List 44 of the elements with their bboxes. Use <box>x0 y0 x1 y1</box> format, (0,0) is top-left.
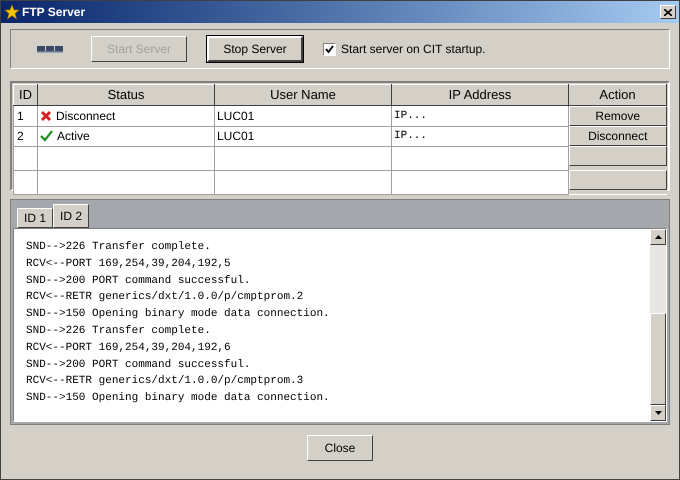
action-button[interactable] <box>569 170 666 190</box>
close-button[interactable]: Close <box>307 435 373 461</box>
column-header: IP Address <box>392 84 568 106</box>
status-text: Active <box>57 128 90 145</box>
log-line: SND-->200 PORT command successful. <box>26 358 252 373</box>
scroll-up-icon[interactable] <box>650 229 666 245</box>
log-line: SND-->150 Opening binary mode data connection. <box>26 391 331 406</box>
window-title: FTP Server <box>22 4 86 21</box>
column-header: ID <box>14 84 38 106</box>
log-line: SND-->150 Opening binary mode data connection. <box>26 307 331 322</box>
column-header: User Name <box>214 84 392 106</box>
network-icon <box>37 45 63 53</box>
log-line: SND-->226 Transfer complete. <box>26 240 212 255</box>
tab[interactable]: ID 1 <box>17 208 54 228</box>
log-line: RCV<--PORT 169,254,39,204,192,5 <box>26 256 232 272</box>
check-icon <box>40 130 53 142</box>
table-cell: 1 <box>14 106 38 126</box>
table-cell: IP... <box>392 126 568 146</box>
scroll-thumb[interactable] <box>650 313 666 405</box>
column-header: Action <box>568 84 666 106</box>
close-icon[interactable] <box>660 5 676 19</box>
scroll-down-icon[interactable] <box>650 405 666 421</box>
log-line: RCV<--PORT 169,254,39,204,192,6 <box>26 340 232 356</box>
log-line: SND-->226 Transfer complete. <box>26 324 212 339</box>
log-line: SND-->200 PORT command successful. <box>26 274 252 289</box>
table-cell: LUC01 <box>214 106 392 126</box>
action-button[interactable] <box>569 146 666 166</box>
action-button[interactable]: Disconnect <box>569 126 666 146</box>
cross-icon <box>40 110 52 122</box>
star-icon <box>4 4 20 20</box>
checkbox-label: Start server on CIT startup. <box>341 41 486 58</box>
table-cell <box>14 146 38 170</box>
table-cell <box>14 170 38 194</box>
log-line: RCV<--RETR generics/dxt/1.0.0/p/cmptprom.2 <box>26 290 304 306</box>
status-text: Disconnect <box>56 108 116 125</box>
startup-checkbox[interactable] <box>323 42 336 56</box>
tab[interactable]: ID 2 <box>53 204 90 228</box>
log-line: RCV<--RETR generics/dxt/1.0.0/p/cmptprom.3 <box>26 374 304 390</box>
table-cell: IP... <box>392 106 568 126</box>
action-button[interactable]: Remove <box>569 106 666 126</box>
table-cell: 2 <box>14 126 38 146</box>
table-cell: LUC01 <box>214 126 392 146</box>
stop-server-button[interactable]: Stop Server <box>207 36 303 62</box>
column-header: Status <box>38 84 214 106</box>
